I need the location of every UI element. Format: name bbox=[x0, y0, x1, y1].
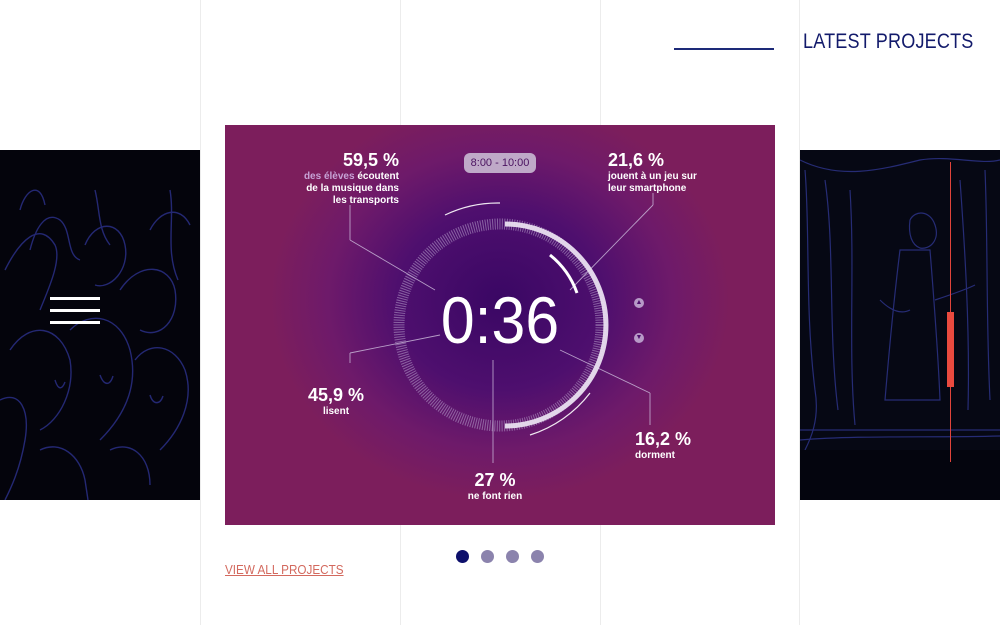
next-project-preview[interactable] bbox=[800, 150, 1000, 500]
stat-music: 59,5 % des élèves écoutent de la musique… bbox=[285, 149, 399, 207]
pagination-dot-4[interactable] bbox=[531, 550, 544, 563]
theater-sketch-image bbox=[800, 157, 1000, 500]
pagination-dot-3[interactable] bbox=[506, 550, 519, 563]
stat-value: 16,2 % bbox=[635, 429, 692, 449]
stat-value: 21,6 % bbox=[608, 150, 665, 170]
progress-thumb[interactable] bbox=[947, 312, 954, 387]
pagination-dot-1[interactable] bbox=[456, 550, 469, 563]
stat-label: lisent bbox=[322, 406, 350, 417]
stat-value: 45,9 % bbox=[307, 385, 365, 405]
hamburger-icon bbox=[50, 297, 100, 300]
stat-nothing: 27 % ne font rien bbox=[455, 469, 535, 503]
crowd-sketch-image bbox=[0, 189, 191, 500]
stat-read: 45,9 % lisent bbox=[305, 384, 367, 418]
time-range-badge: 8:00 - 10:00 bbox=[464, 153, 536, 173]
stat-label: les transports bbox=[332, 195, 399, 206]
stat-label: ne font rien bbox=[467, 491, 523, 502]
stat-value: 59,5 % bbox=[342, 150, 399, 170]
chevron-up-icon[interactable]: ▲ bbox=[634, 298, 644, 308]
header-rule bbox=[674, 48, 774, 50]
hamburger-icon-bar bbox=[50, 321, 100, 324]
grid-line bbox=[200, 0, 201, 625]
stat-label: leur smartphone bbox=[608, 183, 687, 194]
stat-games: 21,6 % jouent à un jeu sur leur smartpho… bbox=[608, 149, 728, 195]
view-all-projects-link[interactable]: VIEW ALL PROJECTS bbox=[225, 562, 344, 577]
section-title: LATEST PROJECTS bbox=[803, 30, 974, 53]
stat-sleep: 16,2 % dorment bbox=[635, 428, 700, 462]
stat-value: 27 % bbox=[474, 470, 516, 490]
chevron-down-icon[interactable]: ▼ bbox=[634, 333, 644, 343]
stat-label: jouent à un jeu sur bbox=[608, 171, 697, 182]
stat-label: des élèves écoutent bbox=[303, 171, 399, 182]
hamburger-icon-bar bbox=[50, 309, 100, 312]
project-slide[interactable]: 8:00 - 10:00 0:36 59,5 % des élèves écou… bbox=[225, 125, 775, 525]
pagination-dot-2[interactable] bbox=[481, 550, 494, 563]
stat-highlight: des élèves bbox=[303, 171, 355, 182]
carousel-pagination bbox=[456, 550, 544, 564]
menu-button[interactable] bbox=[50, 297, 100, 327]
previous-project-preview[interactable] bbox=[0, 150, 200, 500]
stat-label: de la musique dans bbox=[306, 183, 399, 194]
stat-label: dorment bbox=[635, 450, 675, 461]
timer-display: 0:36 bbox=[440, 283, 560, 357]
